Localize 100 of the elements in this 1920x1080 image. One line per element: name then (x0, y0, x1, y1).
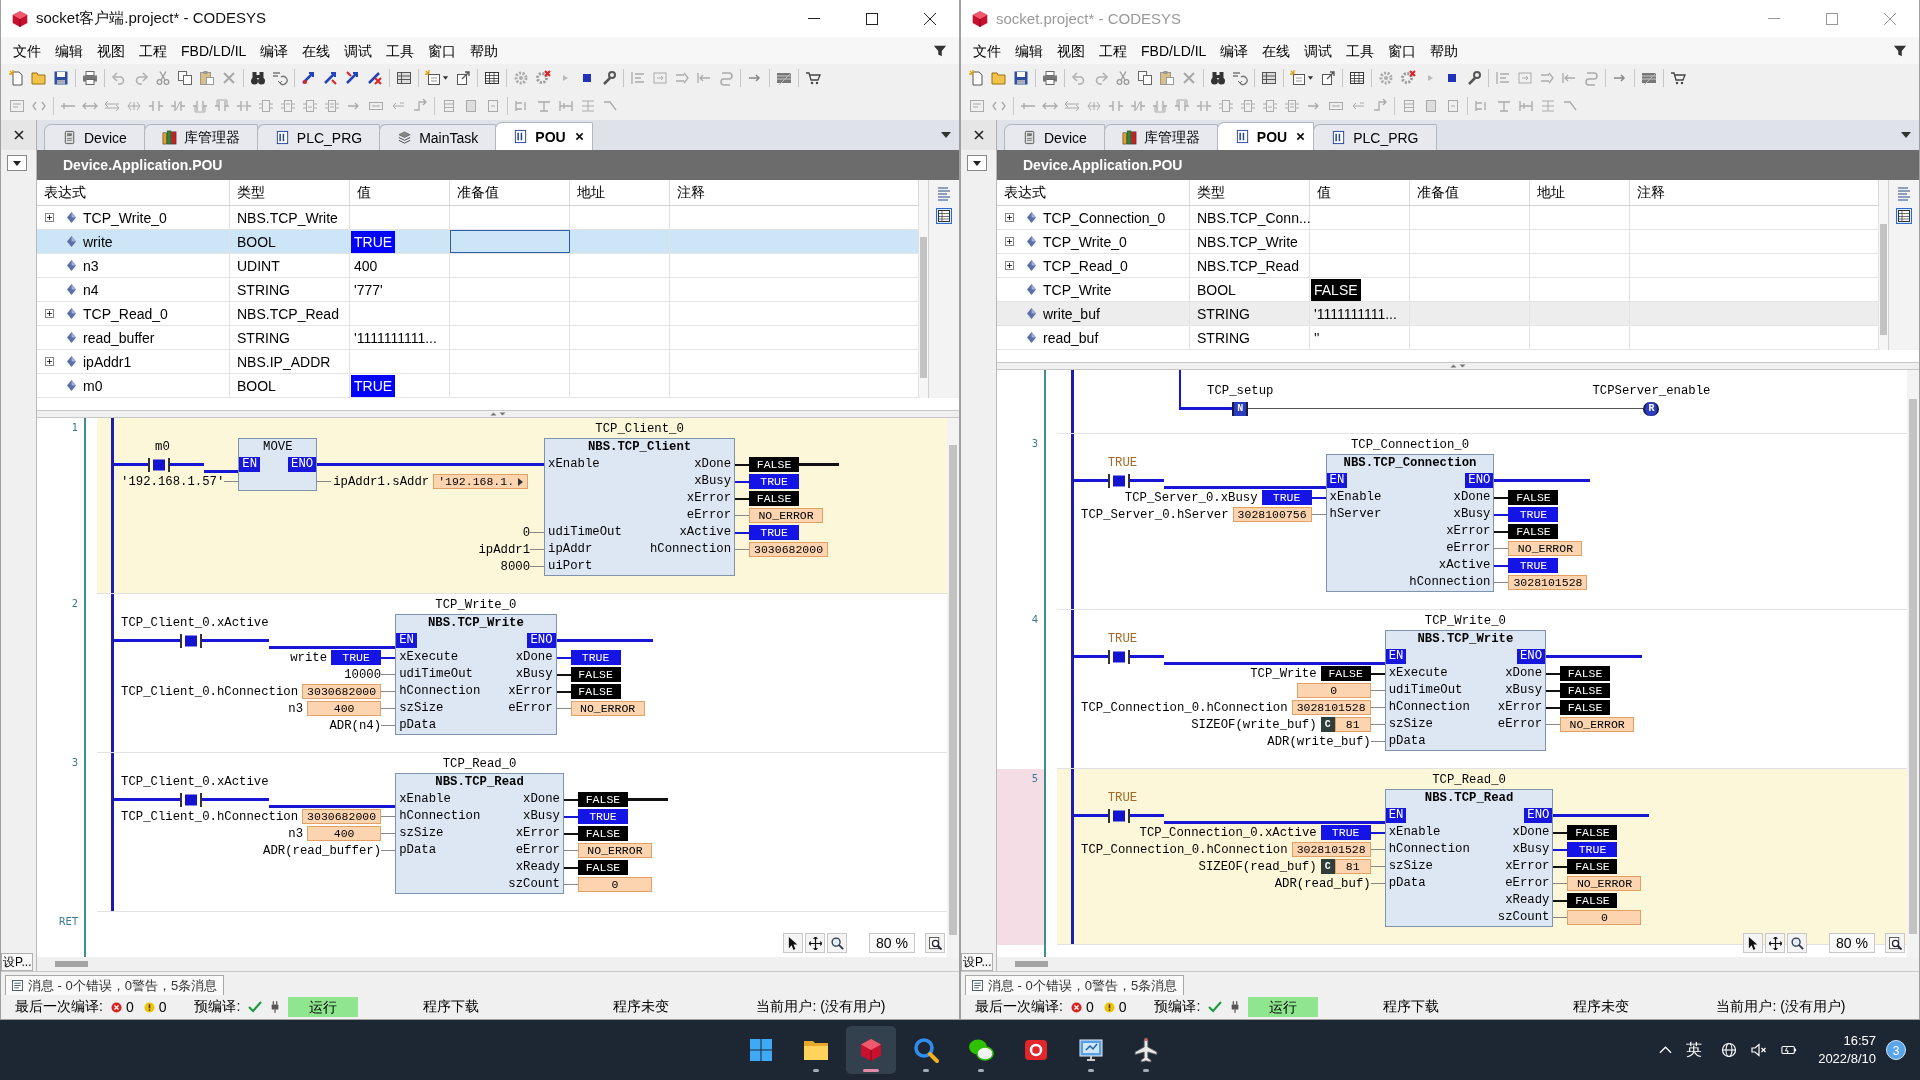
chevron-up-icon[interactable] (1659, 1046, 1673, 1054)
delete-icon[interactable] (1181, 70, 1197, 86)
editor-tab[interactable]: Device (44, 124, 145, 150)
replace-icon[interactable] (272, 70, 288, 86)
contact-icon[interactable] (1108, 808, 1130, 823)
stack-tool-icon[interactable] (463, 98, 479, 114)
box-tool-icon[interactable] (1262, 98, 1278, 114)
editor-tab[interactable]: 库管理器 (143, 124, 258, 150)
editor-tab[interactable]: POU (495, 122, 593, 150)
pan-tool-button[interactable] (1765, 933, 1786, 953)
column-header[interactable]: 类型 (1190, 180, 1310, 205)
edge-contact[interactable]: N (1232, 401, 1249, 416)
menu-item[interactable]: 窗口 (421, 39, 464, 62)
side-tab[interactable]: 设P... (961, 953, 994, 971)
redo-icon[interactable] (1093, 70, 1109, 86)
ladder-rung[interactable]: TCP_setup N TCPServer_enable R (1057, 370, 1907, 434)
cart-icon[interactable] (1670, 70, 1686, 86)
step-out-icon[interactable] (1539, 70, 1555, 86)
box-tool-icon[interactable] (1240, 98, 1256, 114)
device-list-icon[interactable] (1261, 70, 1277, 86)
more-arrow-icon[interactable] (518, 477, 524, 486)
parallel-contact-tool-icon[interactable] (214, 98, 230, 114)
network-icon[interactable] (969, 98, 985, 114)
table-icon[interactable] (1349, 70, 1365, 86)
diagonal-arrow-icon[interactable] (323, 70, 339, 86)
step-return-icon[interactable] (1561, 70, 1577, 86)
scroll-thumb[interactable] (1909, 399, 1917, 934)
caret-down-icon[interactable] (941, 132, 951, 138)
clock-time[interactable]: 16:57 (1843, 1032, 1876, 1050)
close-panel-button[interactable] (1, 120, 37, 150)
negated-contact-tool-icon[interactable] (1130, 98, 1146, 114)
paste-icon[interactable] (1159, 70, 1175, 86)
stack-tool-icon[interactable] (485, 98, 501, 114)
column-header[interactable]: 表达式 (37, 180, 230, 205)
save-icon[interactable] (1013, 70, 1029, 86)
active-app-button[interactable] (845, 1026, 896, 1074)
watch-row[interactable]: read_buf STRING '' (997, 326, 1879, 350)
paste-icon[interactable] (199, 70, 215, 86)
speaker-muted-icon[interactable] (1751, 1042, 1768, 1058)
open-folder-icon[interactable] (31, 70, 47, 86)
select-tool-button[interactable] (783, 933, 804, 953)
watch-row[interactable]: read_buffer STRING '1111111111... (37, 326, 919, 350)
negated-contact-tool-icon[interactable] (170, 98, 186, 114)
watch-row[interactable]: TCP_Read_0 NBS.TCP_Read (37, 302, 919, 326)
expand-icon[interactable] (1005, 213, 1014, 222)
menu-item[interactable]: FBD/LD/IL (174, 39, 254, 62)
column-header[interactable]: 地址 (1530, 180, 1630, 205)
undo-icon[interactable] (1071, 70, 1087, 86)
gear-icon[interactable] (513, 70, 529, 86)
open-folder-icon[interactable] (991, 70, 1007, 86)
watch-row[interactable]: m0 BOOL TRUE (37, 374, 919, 398)
zoom-tool-button[interactable] (1787, 933, 1808, 953)
contact-tool-icon[interactable] (148, 98, 164, 114)
scroll-thumb[interactable] (55, 961, 88, 967)
menu-item[interactable]: 调试 (337, 39, 380, 62)
function-block[interactable]: NBS.TCP_Write EN ENO xExecute xDone udiTimeOut xBusy hConnection xError szSize eError pData (395, 614, 557, 735)
scroll-thumb[interactable] (949, 444, 957, 936)
step-out-icon[interactable] (674, 70, 690, 86)
editor-tab[interactable]: PLC_PRG (256, 124, 381, 150)
ladder-rung[interactable] (97, 594, 947, 753)
function-block[interactable]: MOVE EN ENO (238, 438, 318, 491)
prepared-value-field[interactable] (450, 230, 570, 253)
zoom-fit-button[interactable] (925, 933, 945, 953)
column-header[interactable]: 值 (350, 180, 450, 205)
menu-item[interactable]: 文件 (6, 39, 48, 62)
stack-tool-icon[interactable] (1423, 98, 1439, 114)
replace-icon[interactable] (1232, 70, 1248, 86)
parallel-contact-tool-icon[interactable] (1174, 98, 1190, 114)
function-block[interactable]: NBS.TCP_Connection EN ENO xEnable xDone hServer xBusy xError eError xActive hConnection (1325, 454, 1495, 592)
table-view-icon[interactable] (936, 208, 952, 224)
column-header[interactable]: 地址 (570, 180, 670, 205)
menu-item[interactable]: 编译 (253, 39, 296, 62)
editor-tab[interactable]: Device (1004, 124, 1105, 150)
watch-row[interactable]: write BOOL TRUE (37, 230, 919, 254)
watch-row[interactable]: write_buf STRING '1111111111... (997, 302, 1879, 326)
striped-panel-icon[interactable] (776, 70, 792, 86)
messages-tab[interactable]: 消息 - 0个错误，0警告，5条消息 (5, 975, 225, 995)
table-icon[interactable] (484, 70, 500, 86)
branch-tool-icon[interactable] (1518, 98, 1534, 114)
cycle-icon[interactable] (718, 70, 734, 86)
dropdown-button[interactable] (7, 155, 27, 171)
menu-item[interactable]: 工具 (1339, 39, 1382, 62)
copy-icon[interactable] (177, 70, 193, 86)
new-file-icon[interactable] (9, 70, 25, 86)
parallel-contact-tool-icon[interactable] (236, 98, 252, 114)
print-icon[interactable] (82, 70, 98, 86)
contact-tool-icon[interactable] (1108, 98, 1124, 114)
menu-item[interactable]: 帮助 (1423, 39, 1466, 62)
editor-tab[interactable]: 库管理器 (1103, 124, 1218, 150)
list-view-icon[interactable] (936, 186, 952, 202)
function-block[interactable]: NBS.TCP_Write EN ENO xExecute xDone udiTimeOut xBusy hConnection xError szSize eError pData (1384, 630, 1547, 751)
arrow-cross-icon[interactable] (367, 70, 383, 86)
caret-down-icon[interactable] (1901, 132, 1911, 138)
branch-tool-icon[interactable] (1496, 98, 1512, 114)
stack-tool-icon[interactable] (1401, 98, 1417, 114)
step-over-icon[interactable] (652, 70, 668, 86)
watch-row[interactable]: TCP_Write_0 NBS.TCP_Write (997, 230, 1879, 254)
double-arrows-icon[interactable] (104, 98, 120, 114)
ladder-rung[interactable] (1057, 610, 1907, 769)
monitor-icon[interactable] (1076, 1036, 1105, 1064)
